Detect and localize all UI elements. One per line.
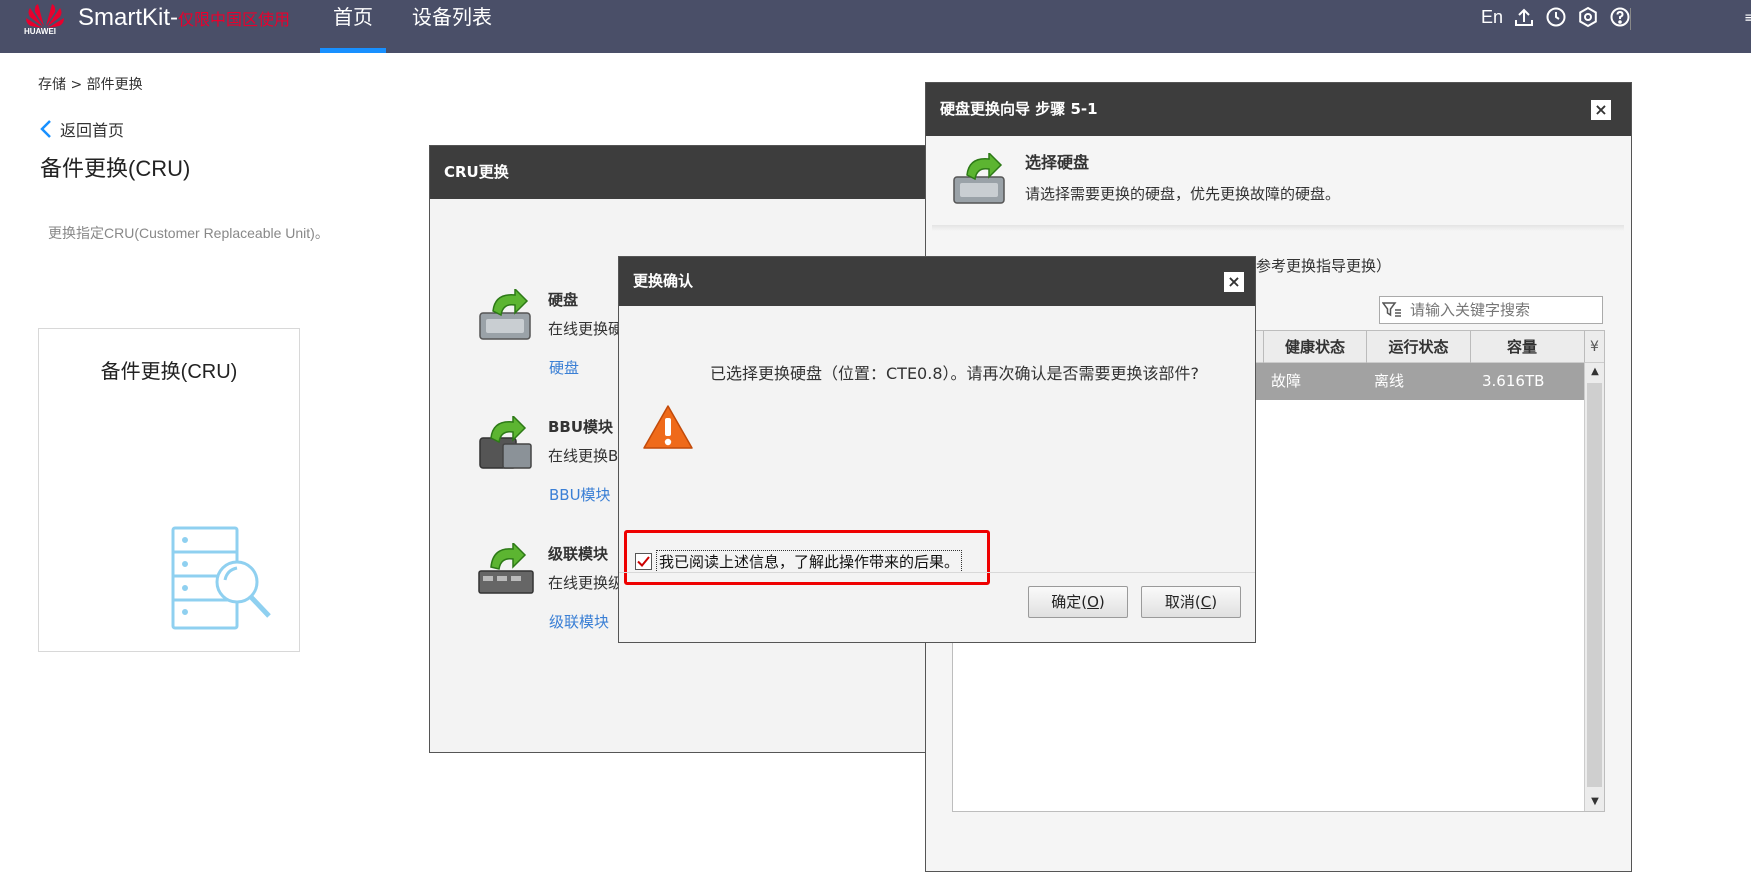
brand-small-text: HUAWEI <box>24 27 56 36</box>
back-to-home-link[interactable]: 返回首页 <box>40 117 124 141</box>
chevron-left-icon <box>40 120 51 138</box>
confirm-dialog-title: 更换确认 <box>619 257 1255 306</box>
cru-replacement-card[interactable]: 备件更换(CRU) <box>38 328 300 652</box>
breadcrumb: 存储 > 部件更换 <box>38 77 143 93</box>
language-toggle[interactable]: En <box>1481 7 1503 28</box>
cru-item-link-bbu[interactable]: BBU模块 <box>549 484 611 505</box>
server-search-icon <box>171 526 271 630</box>
nav-tab-home[interactable]: 首页 <box>320 0 386 53</box>
cru-item-link-disk[interactable]: 硬盘 <box>549 357 579 378</box>
cru-item-description: 在线更换B <box>548 447 619 465</box>
nav-tab-device-list[interactable]: 设备列表 <box>402 0 502 53</box>
wizard-header-divider <box>932 225 1624 231</box>
dialog-footer-divider <box>619 572 1255 573</box>
wizard-close-button[interactable]: × <box>1591 100 1611 120</box>
wizard-guide-note: 参考更换指导更换） <box>1256 257 1392 275</box>
disk-replace-icon <box>953 153 1005 204</box>
replacement-confirm-dialog: 更换确认 × 已选择更换硬盘（位置：CTE0.8）。请再次确认是否需要更换该部件… <box>618 256 1256 643</box>
toolbar-icons: En <box>1481 6 1631 28</box>
warning-icon <box>643 405 693 449</box>
cru-card-title: 备件更换(CRU) <box>100 361 238 383</box>
cru-item-link-expansion-module[interactable]: 级联模块 <box>549 611 609 632</box>
cru-window-title: CRU更换 <box>430 146 928 199</box>
filter-icon <box>1382 302 1401 317</box>
checkmark-icon <box>637 556 650 567</box>
cell-running: 离线 <box>1374 372 1405 390</box>
scrollbar-thumb[interactable] <box>1587 383 1602 787</box>
cell-health: 故障 <box>1271 372 1302 390</box>
help-icon[interactable] <box>1609 6 1631 28</box>
scroll-up-arrow-icon[interactable]: ▲ <box>1585 363 1605 381</box>
cru-item-title: 硬盘 <box>548 291 579 309</box>
acknowledge-label[interactable]: 我已阅读上述信息，了解此操作带来的后果。 <box>656 550 963 573</box>
acknowledge-checkbox-row[interactable]: 我已阅读上述信息，了解此操作带来的后果。 <box>635 550 963 573</box>
clock-icon[interactable] <box>1545 6 1567 28</box>
column-menu-icon[interactable]: ¥ <box>1584 331 1604 363</box>
column-header-health[interactable]: 健康状态 <box>1263 331 1366 363</box>
back-label: 返回首页 <box>60 121 125 140</box>
confirm-close-button[interactable]: × <box>1224 272 1244 292</box>
table-vertical-scrollbar[interactable]: ▲ ▼ <box>1584 363 1604 811</box>
wizard-window-title: 硬盘更换向导 步骤 5-1 <box>926 83 1631 136</box>
column-header-running[interactable]: 运行状态 <box>1366 331 1470 363</box>
app-title: SmartKit-仅限中国区使用 <box>78 4 290 32</box>
scroll-down-arrow-icon[interactable]: ▼ <box>1585 793 1605 811</box>
disk-replace-icon <box>479 289 531 340</box>
cru-item-title: 级联模块 <box>548 545 609 563</box>
column-header-capacity[interactable]: 容量 <box>1470 331 1573 363</box>
acknowledge-checkbox[interactable] <box>635 553 652 570</box>
confirm-message: 已选择更换硬盘（位置：CTE0.8）。请再次确认是否需要更换该部件? <box>710 364 1199 383</box>
app-region-note: 仅限中国区使用 <box>178 12 291 29</box>
cru-item-description: 在线更换级 <box>548 574 624 592</box>
cell-capacity: 3.616TB <box>1482 372 1545 390</box>
active-tab-indicator <box>320 48 386 53</box>
bbu-replace-icon <box>479 416 532 469</box>
wizard-step-description: 请选择需要更换的硬盘，优先更换故障的硬盘。 <box>1025 185 1341 203</box>
more-icon[interactable]: ≡ <box>1744 10 1751 26</box>
confirm-ok-button[interactable]: 确定(O) <box>1028 586 1128 618</box>
wizard-step-title: 选择硬盘 <box>1025 153 1090 172</box>
app-name: SmartKit- <box>78 4 179 31</box>
toolbar-divider <box>1630 8 1631 30</box>
cru-item-title: BBU模块 <box>548 418 614 436</box>
cru-item-description: 在线更换硬 <box>548 320 624 338</box>
disk-search-input[interactable] <box>1379 296 1603 324</box>
upload-icon[interactable] <box>1513 6 1535 28</box>
page-description: 更换指定CRU(Customer Replaceable Unit)。 <box>48 225 329 241</box>
confirm-cancel-button[interactable]: 取消(C) <box>1141 586 1241 618</box>
top-navigation-bar: HUAWEI SmartKit-仅限中国区使用 首页 设备列表 En ≡ <box>0 0 1751 53</box>
settings-icon[interactable] <box>1577 6 1599 28</box>
page-title: 备件更换(CRU) <box>40 156 191 181</box>
expansion-module-replace-icon <box>478 543 534 594</box>
